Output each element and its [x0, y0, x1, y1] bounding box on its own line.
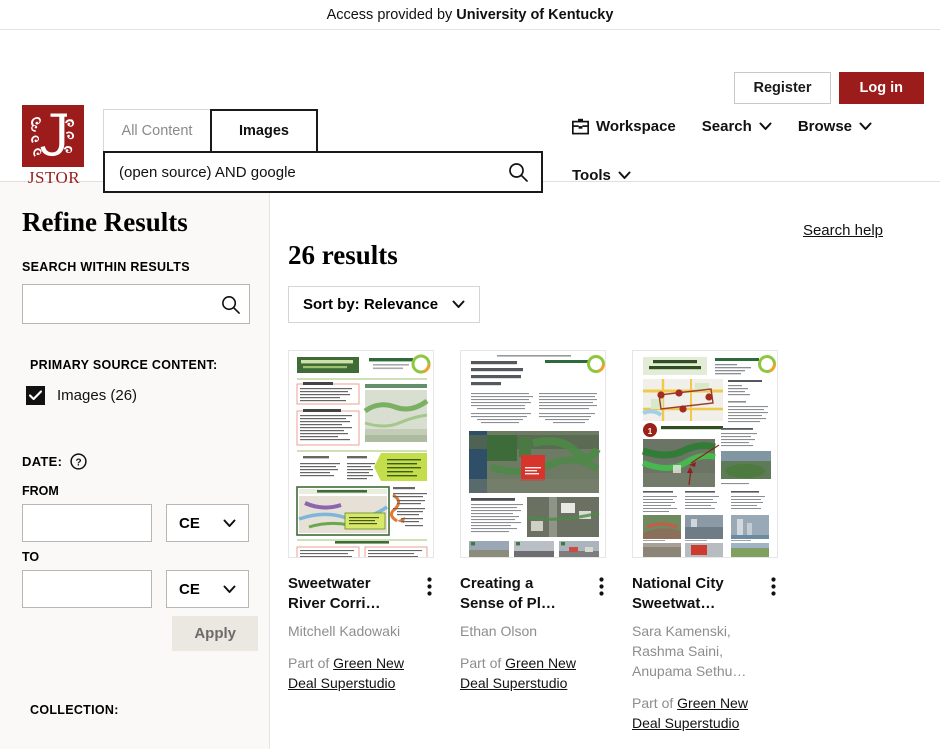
result-author: Ethan Olson [460, 623, 538, 639]
apply-date-filter-button[interactable]: Apply [172, 616, 258, 651]
images-checkbox-label: Images (26) [57, 387, 138, 404]
primary-nav: Workspace Search Browse [572, 118, 872, 135]
result-part-of: Part of Green New Deal Superstudio [632, 694, 778, 734]
search-input[interactable] [117, 162, 505, 182]
jstor-logo-wordmark: JSTOR [27, 168, 81, 187]
date-label: DATE: [22, 454, 63, 469]
tab-all-content[interactable]: All Content [103, 109, 211, 151]
chevron-down-icon [859, 118, 872, 135]
date-to-input[interactable] [22, 570, 152, 608]
date-from-label: FROM [22, 484, 59, 498]
result-part-of-prefix: Part of [288, 654, 334, 671]
site-header: Register Log in JSTOR All Content Images… [0, 30, 940, 193]
creating-sense-of-place-poster[interactable] [460, 350, 606, 558]
date-from-row: CE [22, 504, 249, 542]
nav-search[interactable]: Search [702, 118, 772, 135]
filter-images[interactable]: Images (26) [26, 386, 249, 405]
nav-workspace[interactable]: Workspace [572, 118, 676, 135]
nav-browse-label: Browse [797, 118, 852, 135]
result-card-header: Creating a Sense of Pl… [460, 574, 606, 613]
result-card: Creating a Sense of Pl… Ethan Olson Part… [460, 350, 606, 733]
date-to-row: CE [22, 570, 249, 608]
register-button[interactable]: Register [734, 72, 831, 104]
result-part-of-prefix: Part of [460, 654, 506, 671]
jstor-logo-mark [22, 105, 84, 167]
refine-results-sidebar: Refine Results SEARCH WITHIN RESULTS PRI… [0, 182, 270, 749]
question-circle-icon[interactable]: ? [70, 453, 87, 470]
results-panel: Search help 26 results Sort by: Relevanc… [270, 182, 940, 749]
search-icon [222, 295, 240, 314]
search-block: All Content Images [103, 109, 543, 193]
collection-label: COLLECTION: [30, 703, 119, 717]
svg-text:?: ? [76, 457, 82, 468]
result-part-of: Part of Green New Deal Superstudio [288, 654, 434, 694]
search-scope-tabs: All Content Images [103, 109, 543, 151]
images-checkbox[interactable] [26, 386, 45, 405]
tab-images[interactable]: Images [210, 109, 318, 151]
svg-text:1: 1 [648, 427, 653, 436]
chevron-down-icon [223, 581, 236, 598]
chevron-down-icon [223, 515, 236, 532]
nav-browse[interactable]: Browse [798, 118, 872, 135]
search-help-link[interactable]: Search help [803, 222, 883, 239]
access-banner: Access provided by University of Kentuck… [0, 0, 940, 30]
results-grid: Sweetwater River Corri… Mitchell Kadowak… [288, 350, 924, 733]
date-from-era-select[interactable]: CE [166, 504, 249, 542]
chevron-down-icon [452, 296, 465, 313]
page-title: Refine Results [22, 207, 188, 237]
kebab-menu-icon[interactable] [597, 574, 606, 604]
kebab-menu-icon[interactable] [425, 574, 434, 604]
result-card-header: National City Sweetwat… [632, 574, 778, 613]
search-submit-button[interactable] [505, 161, 531, 183]
kebab-menu-icon[interactable] [769, 574, 778, 604]
nav-workspace-label: Workspace [596, 118, 676, 135]
login-button[interactable]: Log in [838, 72, 924, 104]
chevron-down-icon [759, 118, 772, 135]
result-card-header: Sweetwater River Corri… [288, 574, 434, 613]
date-to-label: TO [22, 550, 40, 564]
sweetwater-river-corridor-plan-poster[interactable] [288, 350, 434, 558]
page-body: Refine Results SEARCH WITHIN RESULTS PRI… [0, 182, 940, 749]
search-within-results-input[interactable] [33, 295, 218, 313]
search-within-results-label: SEARCH WITHIN RESULTS [22, 260, 190, 274]
date-from-era-value: CE [179, 514, 200, 532]
result-title[interactable]: Sweetwater River Corri… [288, 574, 400, 613]
result-author: Mitchell Kadowaki [288, 623, 401, 639]
briefcase-icon [572, 118, 589, 135]
apply-row: Apply [22, 616, 258, 651]
date-to-era-value: CE [179, 580, 200, 598]
result-author: Sara Kamenski, Rashma Saini, Anupama Set… [632, 623, 747, 679]
result-card: 1 National City Sweetwat… Sara Kamenski,… [632, 350, 778, 733]
search-within-results-submit[interactable] [218, 294, 243, 315]
check-icon [29, 390, 42, 401]
search-within-results-field [22, 284, 250, 324]
result-part-of-prefix: Part of [632, 694, 678, 711]
nav-search-label: Search [701, 118, 752, 135]
search-bar [103, 151, 543, 193]
date-filter-header: DATE: ? [22, 453, 249, 470]
primary-source-content-label: PRIMARY SOURCE CONTENT: [30, 358, 218, 372]
result-title[interactable]: Creating a Sense of Pl… [460, 574, 572, 613]
search-icon [509, 163, 528, 182]
access-banner-prefix: Access provided by [326, 6, 453, 23]
result-title[interactable]: National City Sweetwat… [632, 574, 744, 613]
date-to-era-select[interactable]: CE [166, 570, 249, 608]
sort-by-label: Sort by: Relevance [303, 296, 439, 313]
access-banner-institution: University of Kentucky [456, 6, 614, 23]
date-from-input[interactable] [22, 504, 152, 542]
sort-by-dropdown[interactable]: Sort by: Relevance [288, 286, 481, 323]
result-card: Sweetwater River Corri… Mitchell Kadowak… [288, 350, 434, 733]
national-city-sweetwater-corridor-poster[interactable]: 1 [632, 350, 778, 558]
auth-buttons: Register Log in [734, 72, 924, 104]
jstor-logo[interactable]: JSTOR [22, 105, 86, 188]
result-part-of: Part of Green New Deal Superstudio [460, 654, 606, 694]
